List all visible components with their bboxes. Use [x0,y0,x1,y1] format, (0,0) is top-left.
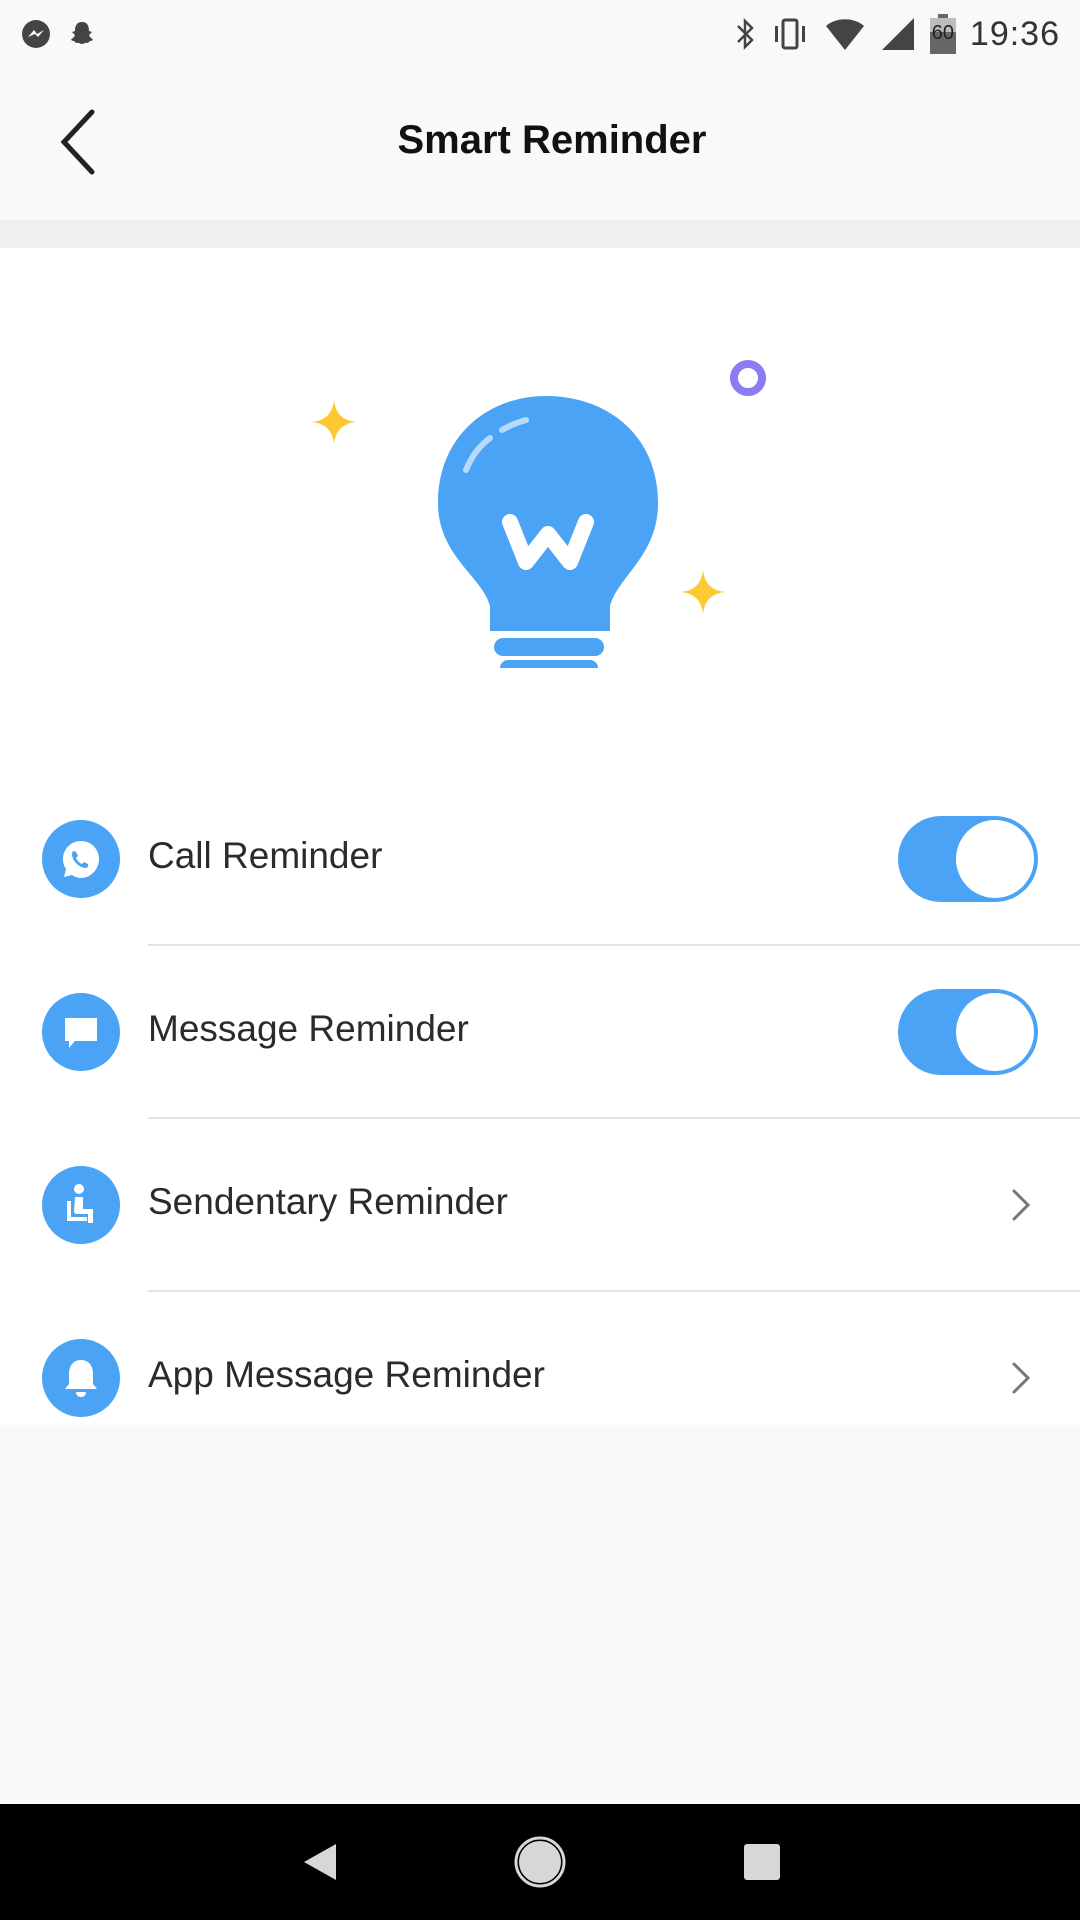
home-circle-icon [514,1836,566,1888]
wifi-icon [825,19,864,50]
chevron-right-icon [1012,1362,1031,1394]
chat-bubble-icon [42,993,120,1071]
nav-home-button[interactable] [512,1834,568,1890]
settings-card: Call Reminder Message Reminder Sendentar… [0,248,1080,1425]
app-message-reminder-row[interactable]: App Message Reminder [0,1292,1080,1464]
call-reminder-toggle[interactable] [898,816,1038,902]
lightbulb-icon [312,360,766,698]
bell-icon [42,1339,120,1417]
battery-icon: 60 [929,14,956,54]
status-left-icons [20,18,98,50]
messenger-icon [22,20,50,48]
status-bar: 60 19:36 [0,0,1080,68]
vibrate-icon [774,18,805,50]
message-reminder-row[interactable]: Message Reminder [0,946,1080,1119]
seated-person-icon [42,1166,120,1244]
star-left [312,400,356,444]
toggle-knob [956,820,1034,898]
page-title: Smart Reminder [397,118,707,162]
call-reminder-label: Call Reminder [148,835,383,876]
nav-back-button[interactable] [292,1834,348,1890]
recents-square-icon [744,1844,780,1880]
sedentary-reminder-row[interactable]: Sendentary Reminder [0,1119,1080,1292]
toggle-knob [956,993,1034,1071]
chevron-right-icon [1012,1189,1031,1221]
sedentary-reminder-label: Sendentary Reminder [148,1181,508,1222]
status-time: 19:36 [969,14,1060,53]
status-right-icons: 60 19:36 [734,12,1060,56]
back-triangle-icon [304,1844,336,1880]
bluetooth-icon [737,17,754,51]
message-reminder-label: Message Reminder [148,1008,469,1049]
star-right [681,570,725,614]
settings-list: Call Reminder Message Reminder Sendentar… [0,773,1080,1464]
nav-recents-button[interactable] [734,1834,790,1890]
battery-level: 60 [931,22,955,44]
system-nav-bar [0,1804,1080,1920]
snapchat-icon [71,22,93,44]
app-header: Smart Reminder [0,68,1080,220]
call-reminder-row[interactable]: Call Reminder [0,773,1080,946]
header-divider [0,220,1080,248]
lightbulb-illustration [290,348,790,698]
cellular-signal-icon [881,18,914,50]
phone-icon [42,820,120,898]
ring-decoration [730,360,766,396]
message-reminder-toggle[interactable] [898,989,1038,1075]
app-message-reminder-label: App Message Reminder [148,1354,545,1395]
